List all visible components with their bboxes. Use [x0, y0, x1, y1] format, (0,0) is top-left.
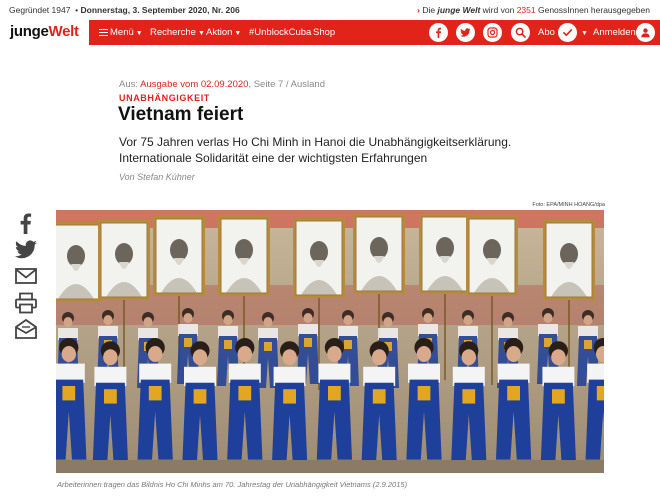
top-bar: Gegründet 1947 • Donnerstag, 3. Septembe…	[0, 0, 660, 20]
article-author: Von Stefan Kühner	[119, 172, 195, 182]
twitter-icon	[15, 240, 37, 259]
photo-caption: Arbeiterinnen tragen das Bildnis Ho Chi …	[57, 480, 408, 489]
newsletter-icon	[15, 318, 37, 339]
twitter-icon	[460, 28, 471, 37]
chevron-down-icon: ▼	[197, 30, 205, 37]
article-headline: Vietnam feiert	[118, 104, 244, 125]
chevron-down-icon: ▼	[581, 30, 588, 37]
article-photo	[56, 210, 604, 473]
share-print-button[interactable]	[14, 292, 38, 314]
hamburger-icon	[99, 29, 108, 36]
abo-dropdown[interactable]: ▼	[579, 20, 588, 45]
nav-abo[interactable]: Abo	[538, 20, 555, 45]
check-icon	[563, 29, 573, 36]
mail-icon	[15, 268, 37, 284]
top-bar-info: Gegründet 1947 • Donnerstag, 3. Septembe…	[9, 5, 240, 15]
site-logo[interactable]: jungeWelt	[10, 23, 79, 40]
main-navigation: Menü ▼ Recherche ▼ Aktion ▼ #UnblockCuba Sh…	[89, 20, 660, 45]
chevron-down-icon: ▼	[234, 30, 242, 37]
facebook-icon	[436, 27, 442, 38]
cooperative-count: 2351	[516, 5, 536, 15]
twitter-button[interactable]	[456, 23, 475, 42]
search-button[interactable]	[511, 23, 530, 42]
founded-text: Gegründet 1947	[9, 5, 71, 15]
login-avatar-button[interactable]	[636, 23, 655, 42]
nav-recherche[interactable]: Recherche ▼	[150, 20, 205, 45]
cooperative-link[interactable]: › Die junge Welt wird von 2351 GenossInn…	[417, 5, 650, 15]
chevron-right-icon: ›	[417, 5, 420, 15]
nav-shop[interactable]: Shop	[313, 20, 335, 45]
photo-credit: Foto: EPA/MINH HOANG/dpa	[532, 202, 605, 208]
nav-unblockcuba[interactable]: #UnblockCuba	[249, 20, 311, 45]
login-link[interactable]: Anmelden	[593, 20, 636, 45]
user-icon	[641, 28, 650, 38]
issue-link[interactable]: Ausgabe vom 02.09.2020	[140, 79, 248, 90]
share-twitter-button[interactable]	[14, 239, 38, 261]
abo-check-button[interactable]	[558, 23, 577, 42]
facebook-button[interactable]	[429, 23, 448, 42]
share-mail-button[interactable]	[14, 265, 38, 287]
article-lead: Vor 75 Jahren verlas Ho Chi Minh in Hano…	[119, 135, 512, 165]
parade-photo-illustration	[56, 210, 604, 473]
print-icon	[15, 292, 37, 314]
instagram-button[interactable]	[483, 23, 502, 42]
issue-date: Donnerstag, 3. September 2020, Nr. 206	[80, 5, 240, 15]
facebook-icon	[20, 213, 32, 234]
nav-aktion[interactable]: Aktion ▼	[206, 20, 241, 45]
instagram-icon	[487, 27, 498, 38]
chevron-down-icon: ▼	[135, 30, 143, 37]
nav-menu-button[interactable]: Menü ▼	[99, 20, 143, 45]
share-facebook-button[interactable]	[14, 212, 38, 234]
share-newsletter-button[interactable]	[14, 318, 38, 340]
search-icon	[515, 27, 526, 38]
article-kicker: UNABHÄNGIGKEIT	[119, 93, 210, 103]
article-source: Aus: Ausgabe vom 02.09.2020, Seite 7 / A…	[119, 79, 326, 90]
